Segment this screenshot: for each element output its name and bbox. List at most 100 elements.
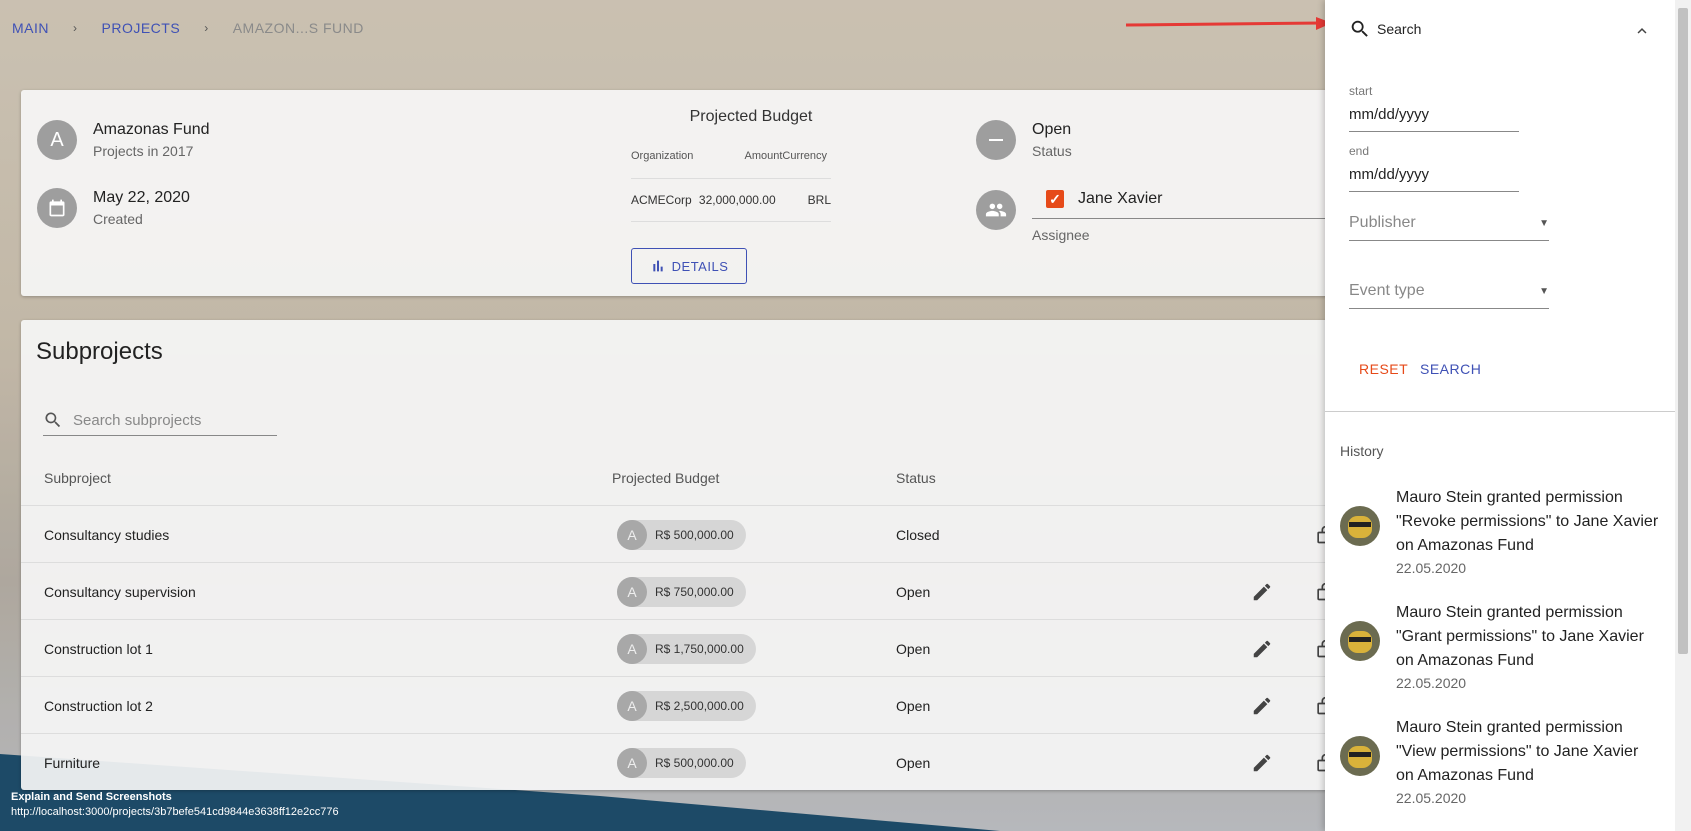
table-row[interactable]: Furniture A R$ 500,000.00 Open [21, 733, 1351, 790]
status-icon [976, 120, 1016, 160]
status-label: Status [1032, 143, 1072, 159]
project-avatar: A [37, 120, 77, 160]
status-row: Open Status [976, 120, 1072, 160]
calendar-icon [37, 188, 77, 228]
created-date: May 22, 2020 [93, 189, 190, 206]
drawer-search-header[interactable]: Search [1349, 18, 1421, 40]
project-name: Amazonas Fund [93, 121, 210, 138]
bar-chart-icon [652, 260, 663, 272]
people-icon [976, 190, 1016, 230]
breadcrumb-main[interactable]: MAIN [12, 20, 49, 36]
subproject-status: Open [896, 640, 931, 657]
budget-header-amount: Amount [698, 144, 783, 179]
chip-avatar: A [617, 633, 647, 664]
project-created-row: May 22, 2020 Created [37, 188, 190, 228]
start-label: start [1349, 84, 1373, 98]
history-text: Mauro Stein granted permission "View per… [1396, 719, 1639, 784]
reset-button[interactable]: RESET [1359, 361, 1408, 377]
table-row[interactable]: Consultancy supervision A R$ 750,000.00 O… [21, 562, 1351, 620]
assignee-name: Jane Xavier [1078, 190, 1163, 207]
user-avatar [1340, 621, 1380, 661]
user-avatar [1340, 506, 1380, 546]
divider [1325, 411, 1675, 412]
budget-chip: A R$ 500,000.00 [617, 519, 746, 550]
edit-icon[interactable] [1251, 734, 1273, 790]
breadcrumb: MAIN › PROJECTS › AMAZON...S FUND [12, 20, 364, 36]
subprojects-card: Subprojects Search subprojects Subprojec… [21, 320, 1351, 790]
subproject-name[interactable]: Consultancy studies [44, 506, 169, 563]
history-text: Mauro Stein granted permission "Revoke p… [1396, 489, 1659, 554]
table-row[interactable]: Construction lot 2 A R$ 2,500,000.00 Open [21, 676, 1351, 734]
footer-url: http://localhost:3000/projects/3b7befe54… [11, 806, 339, 818]
check-icon: ✓ [1046, 190, 1064, 208]
chip-amount: R$ 1,750,000.00 [655, 641, 744, 656]
publisher-select[interactable]: Publisher ▼ [1349, 214, 1549, 241]
end-date-input[interactable]: mm/dd/yyyy [1349, 166, 1519, 192]
chip-amount: R$ 2,500,000.00 [655, 698, 744, 713]
edit-icon[interactable] [1251, 563, 1273, 620]
breadcrumb-projects[interactable]: PROJECTS [102, 20, 181, 36]
search-placeholder: Search subprojects [73, 411, 202, 429]
subproject-name[interactable]: Consultancy supervision [44, 563, 196, 620]
chip-avatar: A [617, 576, 647, 607]
history-date: 22.05.2020 [1396, 560, 1467, 576]
assignee-row: ✓ Jane Xavier Assignee [976, 190, 1376, 243]
event-type-select[interactable]: Event type ▼ [1349, 282, 1549, 309]
footer-title: Explain and Send Screenshots [11, 791, 172, 803]
chip-avatar: A [617, 747, 647, 778]
table-row[interactable]: Construction lot 1 A R$ 1,750,000.00 Open [21, 619, 1351, 677]
subproject-name[interactable]: Construction lot 2 [44, 677, 153, 734]
budget-amount: 32,000,000.00 [698, 178, 783, 222]
history-item: Mauro Stein granted permission "View per… [1340, 716, 1660, 806]
chip-amount: R$ 750,000.00 [655, 584, 734, 599]
arrow-annotation-icon [1126, 17, 1332, 30]
start-date-input[interactable]: mm/dd/yyyy [1349, 106, 1519, 132]
created-label: Created [93, 211, 143, 227]
search-button[interactable]: SEARCH [1420, 361, 1481, 377]
scrollbar-thumb[interactable] [1678, 8, 1688, 654]
header-subproject: Subproject [44, 470, 111, 486]
chevron-up-icon[interactable] [1633, 22, 1651, 40]
budget-header-currency: Currency [782, 144, 831, 179]
projected-budget: Projected Budget Organization Amount Cur… [631, 108, 831, 222]
search-icon [45, 412, 61, 428]
budget-chip: A R$ 2,500,000.00 [617, 690, 756, 721]
subproject-search-input[interactable]: Search subprojects [43, 405, 277, 436]
details-label: DETAILS [671, 258, 729, 274]
budget-chip: A R$ 1,750,000.00 [617, 633, 756, 664]
edit-icon[interactable] [1251, 620, 1273, 677]
details-button[interactable]: DETAILS [631, 248, 747, 284]
search-icon [1351, 20, 1368, 37]
history-date: 22.05.2020 [1396, 675, 1467, 691]
budget-table: Organization Amount Currency ACMECorp 32… [631, 144, 831, 222]
chevron-right-icon: › [73, 21, 78, 35]
subproject-status: Open [896, 697, 931, 714]
history-item: Mauro Stein granted permission "Revoke p… [1340, 486, 1660, 576]
history-date: 22.05.2020 [1396, 790, 1467, 806]
budget-header-organization: Organization [631, 144, 699, 179]
drawer-search-title: Search [1377, 21, 1422, 37]
project-card: A Amazonas Fund Projects in 2017 May 22,… [21, 90, 1376, 296]
subproject-name[interactable]: Furniture [44, 734, 100, 790]
history-title: History [1340, 443, 1384, 459]
edit-icon[interactable] [1251, 677, 1273, 734]
publisher-placeholder: Publisher [1349, 214, 1416, 231]
history-item: Mauro Stein granted permission "Grant pe… [1340, 601, 1660, 691]
budget-currency: BRL [782, 178, 831, 222]
subprojects-table-header: Subproject Projected Budget Status [21, 470, 1351, 498]
budget-chip: A R$ 750,000.00 [617, 576, 746, 607]
end-label: end [1349, 144, 1370, 158]
budget-chip: A R$ 500,000.00 [617, 747, 746, 778]
subproject-name[interactable]: Construction lot 1 [44, 620, 153, 677]
event-type-placeholder: Event type [1349, 282, 1425, 299]
project-subtitle: Projects in 2017 [93, 143, 194, 159]
status-value: Open [1032, 121, 1072, 138]
search-drawer: Search start mm/dd/yyyy end mm/dd/yyyy P… [1325, 0, 1675, 831]
chevron-right-icon: › [204, 21, 209, 35]
subprojects-title: Subprojects [36, 338, 163, 365]
budget-organization: ACMECorp [631, 178, 699, 222]
chip-amount: R$ 500,000.00 [655, 527, 734, 542]
header-budget: Projected Budget [612, 470, 720, 486]
history-text: Mauro Stein granted permission "Grant pe… [1396, 604, 1644, 669]
table-row[interactable]: Consultancy studies A R$ 500,000.00 Close… [21, 505, 1351, 563]
